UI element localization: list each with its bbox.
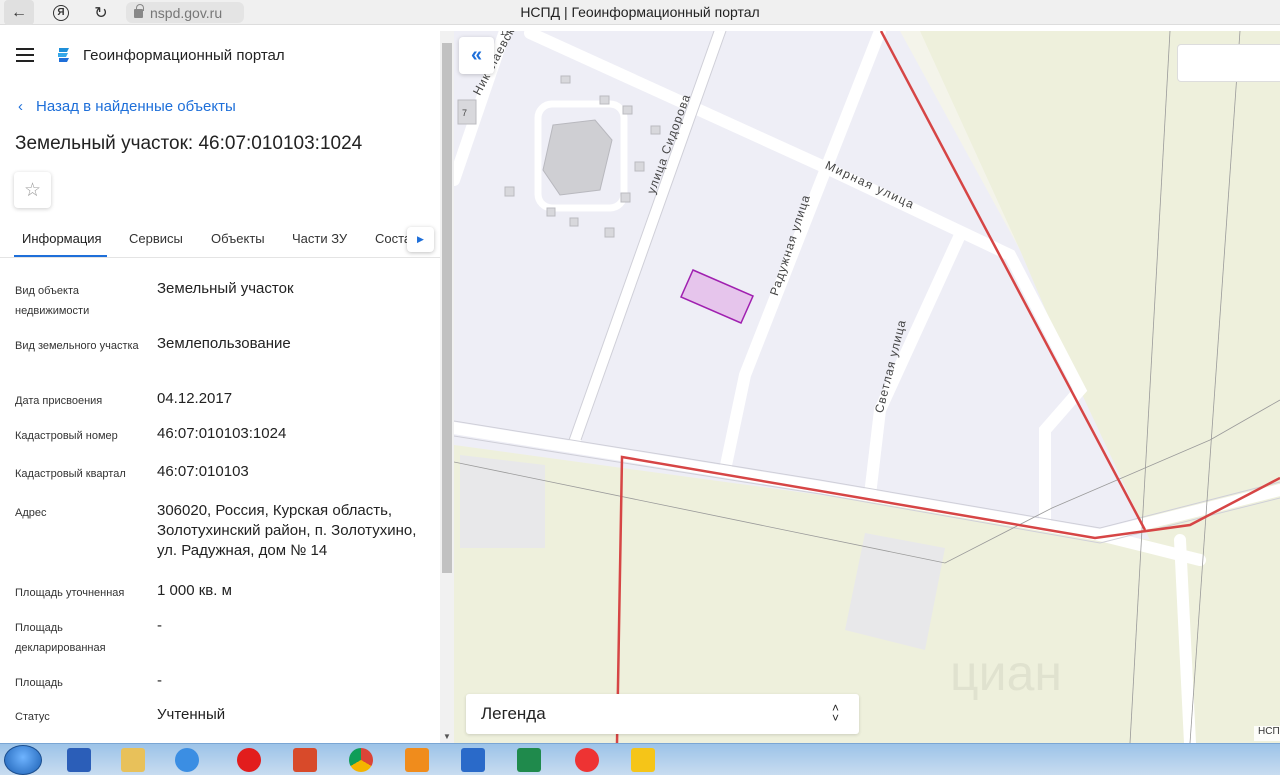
app-icon [631,748,655,772]
info-label: Вид объекта недвижимости [15,285,90,317]
legend-dropdown[interactable]: Легенда ˄ ˅ [466,694,859,734]
legend-label: Легенда [481,704,546,723]
taskbar-app[interactable] [618,746,668,774]
info-label: Кадастровый номер [15,430,118,442]
yandex-browser-icon [575,748,599,772]
map-canvas[interactable]: циан Николаевская у улица Сидорова Мирна… [454,31,1280,743]
chevron-left-icon: ‹ [18,98,23,115]
taskbar-excel[interactable] [504,746,554,774]
info-label: Площадь уточненная [15,587,125,599]
word-icon [67,748,91,772]
scrollbar-thumb[interactable] [442,43,452,573]
taskbar-explorer[interactable] [108,746,158,774]
taskbar-chrome[interactable] [336,746,386,774]
scroll-down-arrow-icon[interactable]: ▼ [443,732,451,741]
info-value: 46:07:010103 [157,463,249,480]
status-value: Учтенный [157,706,226,723]
info-value: Землепользование [157,335,291,352]
map-attribution: НСП [1254,726,1280,741]
map-drawing: циан [454,31,1280,743]
tab-parts[interactable]: Части ЗУ [292,231,347,246]
taskbar-opera[interactable] [224,746,274,774]
tabs-scroll-right-button[interactable]: ▶ [407,227,434,252]
info-label: Вид земельного участка [15,340,139,352]
gray-lot [460,455,545,548]
internet-explorer-icon [175,748,199,772]
school-building [542,119,613,196]
tab-bar: Информация Сервисы Объекты Части ЗУ Сост… [0,224,440,258]
opera-icon [237,748,261,772]
taskbar-yandex-browser[interactable] [562,746,612,774]
menu-icon[interactable] [16,48,34,62]
map-search-input[interactable] [1177,44,1280,82]
watermark: циан [950,645,1062,701]
browser-toolbar: ← Я ↻ nspd.gov.ru НСПД | Геоинформационн… [0,0,1280,25]
info-value: 46:07:010103:1024 [157,425,287,442]
app-title: Геоинформационный портал [83,47,285,64]
info-label: Адрес [15,507,47,519]
info-value: 04.12.2017 [157,390,233,407]
tab-composition[interactable]: Соста [375,231,411,246]
taskbar-ccleaner[interactable] [280,746,330,774]
back-link-label: Назад в найденные объекты [36,98,236,115]
page-title: НСПД | Геоинформационный портал [520,4,760,20]
info-value: - [157,672,162,689]
info-value: Земельный участок [157,280,294,297]
taskbar-gdrive[interactable] [392,746,442,774]
google-drive-icon [405,748,429,772]
taskbar-ie[interactable] [162,746,212,774]
info-label: Площадь декларированная [15,622,106,654]
tab-services[interactable]: Сервисы [129,231,183,246]
taskbar-word[interactable] [54,746,104,774]
info-label: Кадастровый квартал [15,468,126,480]
panel-scrollbar[interactable]: ▼ [440,31,454,743]
object-title: Земельный участок: 46:07:010103:1024 [15,133,363,154]
object-panel: Геоинформационный портал ‹ Назад в найде… [0,31,440,743]
kompas-icon [461,748,485,772]
active-tab-indicator [14,255,107,257]
address-value: 306020, Россия, Курская область, Золотух… [157,502,417,559]
info-value: 1 000 кв. м [157,582,232,599]
house-number: 7 [462,108,468,118]
excel-icon [517,748,541,772]
info-label: Площадь [15,677,63,689]
start-button[interactable] [4,745,42,775]
info-value: - [157,617,162,634]
info-label: Дата присвоения [15,395,103,407]
windows-taskbar [0,743,1280,775]
house-number: 11 [500,31,510,37]
favorite-star-button[interactable]: ☆ [14,172,51,208]
collapse-panel-button[interactable]: « [459,37,494,74]
portal-logo-icon [58,48,69,62]
expand-chevrons-icon: ˄ ˅ [831,701,839,725]
ccleaner-icon [293,748,317,772]
folder-icon [121,748,145,772]
taskbar-kompas[interactable] [448,746,498,774]
back-to-results-link[interactable]: ‹ Назад в найденные объекты [18,98,236,115]
tab-objects[interactable]: Объекты [211,231,265,246]
chrome-icon [349,748,373,772]
tab-information[interactable]: Информация [22,231,102,246]
info-label: Статус [15,711,50,723]
